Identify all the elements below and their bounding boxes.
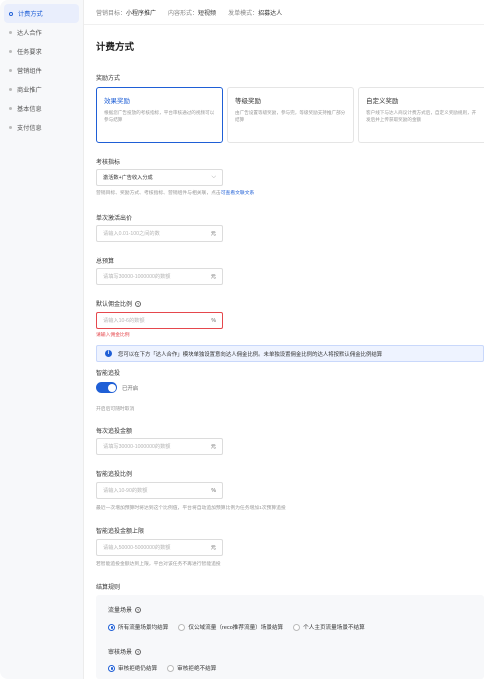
commission-placeholder: 请输入10-6的数额 bbox=[103, 318, 145, 324]
form-key: 内容形式： bbox=[168, 10, 199, 17]
form-value: 短视频 bbox=[198, 10, 217, 17]
page-title: 计费方式 bbox=[96, 42, 135, 53]
dot-icon bbox=[9, 88, 12, 91]
review-radio-group: 审核拒绝仍结算 审核拒绝不结算 bbox=[108, 664, 226, 672]
question-icon[interactable]: ? bbox=[135, 606, 142, 613]
dot-icon bbox=[9, 126, 12, 129]
radio-checked-icon bbox=[108, 623, 115, 631]
dot-icon bbox=[9, 31, 12, 34]
budget-label: 总预算 bbox=[96, 259, 115, 265]
commission-input[interactable]: 请输入10-6的数额 % bbox=[96, 312, 223, 329]
boost-amount-suffix: 元 bbox=[210, 444, 216, 450]
banner-text: 您可以在下方「达人合作」模块单独设置意向达人佣金比例。未单独设置佣金比例的达人将… bbox=[118, 351, 383, 358]
sidebar-item-label: 商业推广 bbox=[17, 87, 42, 94]
dot-icon bbox=[9, 69, 12, 72]
review-label: 审核场景? bbox=[108, 648, 142, 656]
radio-icon bbox=[178, 623, 186, 631]
toggle-status: 已开启 bbox=[122, 386, 139, 392]
active-dot-icon bbox=[9, 11, 13, 16]
chevron-down-icon: ⌵ bbox=[211, 174, 216, 180]
question-icon[interactable]: ? bbox=[135, 648, 142, 655]
boost-ratio-suffix: % bbox=[211, 487, 216, 494]
radio-icon bbox=[167, 664, 175, 672]
goal-value: 小程序推广 bbox=[126, 10, 157, 17]
reward-card-level[interactable]: 等级奖励 由广告设置等级奖励，参与完，等级奖励支持推广部分结算 bbox=[227, 87, 354, 143]
budget-suffix: 元 bbox=[210, 274, 216, 280]
cpa-placeholder: 请输入0.01-100之间的数 bbox=[103, 231, 160, 237]
sidebar-item-label: 达人合作 bbox=[17, 30, 42, 37]
smart-boost-toggle[interactable] bbox=[96, 382, 117, 393]
mode-key: 发单模式： bbox=[228, 10, 259, 17]
metric-label: 考核指标 bbox=[96, 160, 121, 166]
sidebar: 计费方式 达人合作 任务要求 营销组件 商业推广 基本信息 支付信息 bbox=[0, 0, 84, 679]
boost-ratio-label: 智能追投比例 bbox=[96, 472, 133, 478]
metric-hint: 营销目标、奖励方式、考核指标、营销组件与相关联，点击可查看文联文系 bbox=[96, 191, 255, 196]
radio-icon bbox=[293, 623, 301, 631]
info-icon: i bbox=[105, 350, 112, 357]
boost-cap-hint: 若智能追投金额达到上限，平台对该任务不再进行智能追投 bbox=[96, 562, 221, 567]
task-summary-bar: 营销目标：小程序推广 内容形式：短视频 发单模式：招募达人 bbox=[84, 0, 484, 25]
sidebar-item-components[interactable]: 营销组件 bbox=[0, 61, 83, 80]
card-desc: 客户线下与达人商议计费方式后，自定义奖励规则，开发后并上传获取奖励的金额 bbox=[366, 110, 477, 122]
budget-placeholder: 请填写30000-1000000的数额 bbox=[103, 274, 171, 280]
card-title: 效果奖励 bbox=[104, 98, 130, 105]
reward-label: 奖励方式 bbox=[96, 76, 121, 82]
card-desc: 根据您广告投放的考核指标，平台审核通过的视频可以参与结算 bbox=[104, 110, 215, 122]
traffic-radio-group: 所有流量场景均结算 仅公域流量（reco推荐流量）场景结算 个人主页流量场景不结… bbox=[108, 623, 375, 631]
cpa-input[interactable]: 请输入0.01-100之间的数 元 bbox=[96, 225, 223, 242]
radio-checked-icon bbox=[108, 664, 115, 672]
reward-card-effect[interactable]: 效果奖励 根据您广告投放的考核指标，平台审核通过的视频可以参与结算 bbox=[96, 87, 223, 143]
boost-amount-placeholder: 请填写30000-1000000的数额 bbox=[103, 444, 171, 450]
sidebar-item-label: 营销组件 bbox=[17, 68, 42, 75]
info-banner: i 您可以在下方「达人合作」模块单独设置意向达人佣金比例。未单独设置佣金比例的达… bbox=[96, 345, 484, 362]
boost-cap-suffix: 元 bbox=[210, 545, 216, 551]
boost-amount-label: 每次追投金额 bbox=[96, 429, 133, 435]
sidebar-item-basic-info[interactable]: 基本信息 bbox=[0, 99, 83, 118]
sidebar-item-billing[interactable]: 计费方式 bbox=[4, 4, 79, 23]
traffic-option-profile[interactable]: 个人主页流量场景不结算 bbox=[293, 623, 365, 631]
sidebar-item-requirements[interactable]: 任务要求 bbox=[0, 42, 83, 61]
review-option-settle[interactable]: 审核拒绝仍结算 bbox=[108, 664, 157, 672]
boost-cap-placeholder: 请输入50000-5000000的数额 bbox=[103, 545, 171, 551]
sidebar-item-payment[interactable]: 支付信息 bbox=[0, 118, 83, 137]
boost-cap-label: 智能追投金额上限 bbox=[96, 529, 145, 535]
traffic-option-public[interactable]: 仅公域流量（reco推荐流量）场景结算 bbox=[178, 623, 283, 631]
commission-label: 默认佣金比例? bbox=[96, 300, 142, 308]
metric-value: 激活数+广告收入分成 bbox=[103, 175, 153, 181]
mode-value: 招募达人 bbox=[258, 10, 283, 17]
traffic-label: 流量场景? bbox=[108, 606, 142, 614]
card-desc: 由广告设置等级奖励，参与完，等级奖励支持推广部分结算 bbox=[235, 110, 346, 122]
sidebar-item-promotion[interactable]: 商业推广 bbox=[0, 80, 83, 99]
metric-hint-link[interactable]: 可查看文联文系 bbox=[221, 191, 255, 196]
sidebar-item-label: 基本信息 bbox=[17, 106, 42, 113]
reward-card-custom[interactable]: 自定义奖励 客户线下与达人商议计费方式后，自定义奖励规则，开发后并上传获取奖励的… bbox=[358, 87, 484, 143]
traffic-option-all[interactable]: 所有流量场景均结算 bbox=[108, 623, 168, 631]
boost-cap-input[interactable]: 请输入50000-5000000的数额 元 bbox=[96, 539, 223, 556]
dot-icon bbox=[9, 50, 12, 53]
review-option-no-settle[interactable]: 审核拒绝不结算 bbox=[167, 664, 216, 672]
sidebar-item-talent[interactable]: 达人合作 bbox=[0, 23, 83, 42]
smart-boost-label: 智能追投 bbox=[96, 371, 121, 377]
sidebar-item-label: 任务要求 bbox=[17, 49, 42, 56]
cpa-suffix: 元 bbox=[210, 231, 216, 237]
boost-ratio-hint: 最近一次增加预算时将达到这个比例值，平台将自动追加预算比例为任务增加1次预算追投 bbox=[96, 506, 286, 511]
commission-error: 请输入佣金比例 bbox=[96, 333, 130, 338]
card-title: 等级奖励 bbox=[235, 98, 261, 105]
boost-ratio-input[interactable]: 请输入10-90的数额 % bbox=[96, 482, 223, 499]
budget-input[interactable]: 请填写30000-1000000的数额 元 bbox=[96, 268, 223, 285]
sidebar-item-label: 支付信息 bbox=[17, 125, 42, 132]
card-title: 自定义奖励 bbox=[366, 98, 399, 105]
goal-key: 营销目标： bbox=[96, 10, 127, 17]
smart-boost-hint: 开启后可随时取消 bbox=[96, 407, 135, 412]
main-content: 营销目标：小程序推广 内容形式：短视频 发单模式：招募达人 计费方式 奖励方式 … bbox=[84, 0, 484, 679]
question-icon[interactable]: ? bbox=[135, 300, 142, 307]
cpa-label: 单次激活出价 bbox=[96, 216, 133, 222]
commission-suffix: % bbox=[211, 317, 216, 324]
boost-amount-input[interactable]: 请填写30000-1000000的数额 元 bbox=[96, 438, 223, 455]
boost-ratio-placeholder: 请输入10-90的数额 bbox=[103, 488, 148, 494]
settlement-label: 结算规则 bbox=[96, 585, 121, 591]
dot-icon bbox=[9, 107, 12, 110]
metric-select[interactable]: 激活数+广告收入分成 ⌵ bbox=[96, 169, 223, 186]
sidebar-item-label: 计费方式 bbox=[18, 11, 43, 18]
